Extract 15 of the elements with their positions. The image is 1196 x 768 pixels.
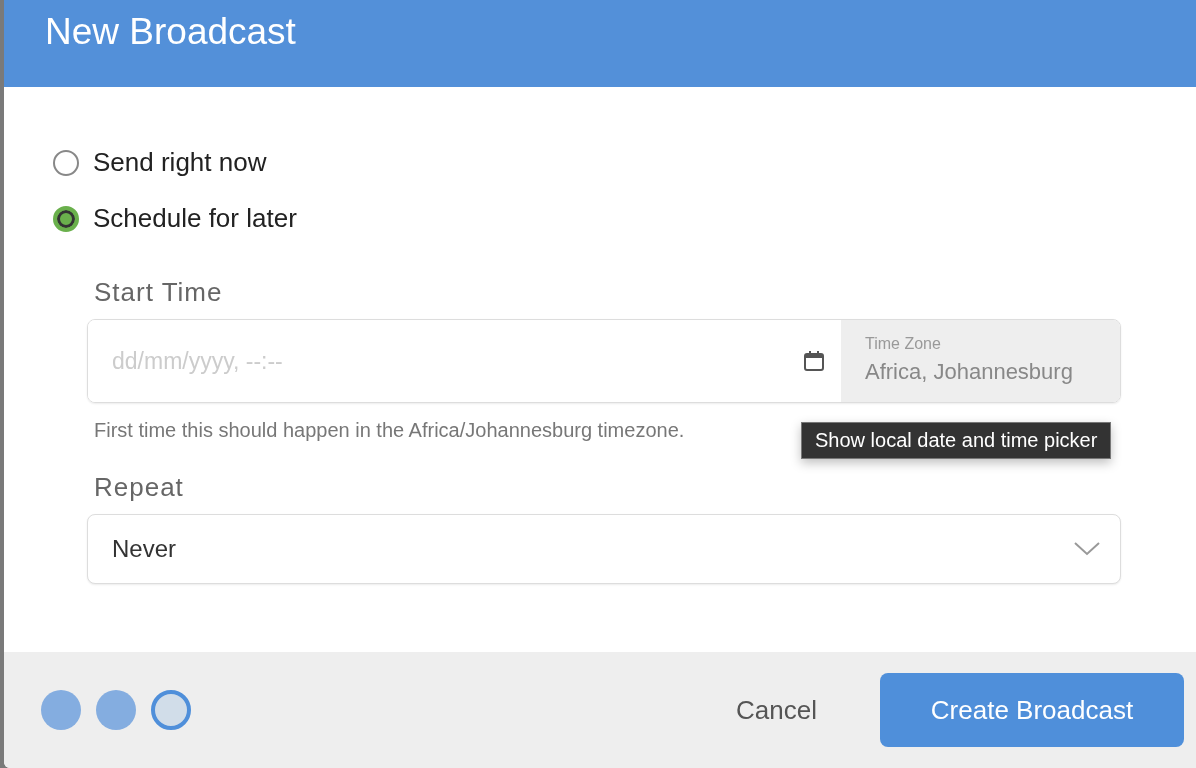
help-text: First time this should happen in the Africa/Johannesburg timezone. bbox=[94, 419, 685, 442]
calendar-icon[interactable] bbox=[803, 350, 825, 372]
repeat-dropdown[interactable]: Never bbox=[87, 514, 1121, 584]
chevron-down-icon bbox=[1074, 542, 1100, 556]
field-label: Repeat bbox=[94, 472, 184, 503]
cancel-button[interactable]: Cancel bbox=[736, 690, 817, 730]
radio-button[interactable] bbox=[53, 205, 79, 232]
time-zone-value: Africa, Johannesburg bbox=[865, 359, 1073, 385]
dialog-title: New Broadcast bbox=[45, 11, 296, 53]
tooltip: Show local date and time picker bbox=[801, 422, 1112, 459]
radio-label[interactable]: Send right now bbox=[93, 147, 267, 178]
radio-button[interactable] bbox=[53, 149, 79, 176]
radio-label[interactable]: Schedule for later bbox=[93, 203, 297, 234]
field-label: Start Time bbox=[94, 277, 223, 308]
time-zone-label: Time Zone bbox=[865, 335, 941, 353]
